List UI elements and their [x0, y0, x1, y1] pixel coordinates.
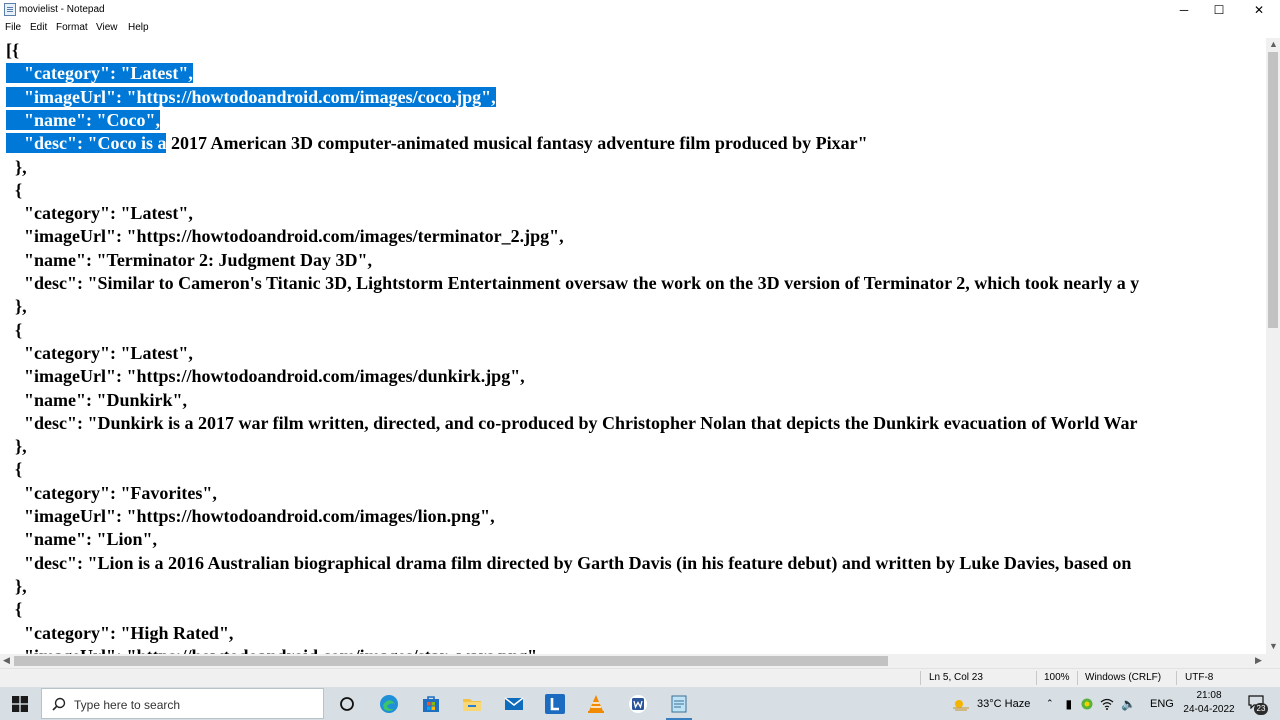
status-line-ending: Windows (CRLF)	[1085, 672, 1162, 683]
taskbar: Type here to search 33°C Haze ⌃ ▮ 🔈 ENG	[0, 687, 1280, 720]
editor-line: "name": "Terminator 2: Judgment Day 3D",	[6, 249, 372, 270]
windows-icon	[12, 695, 28, 712]
editor-line: "category": "Favorites",	[6, 482, 217, 503]
scrollbar-corner	[1266, 654, 1280, 668]
scroll-right-icon[interactable]: ▶	[1255, 655, 1262, 666]
selected-text: "imageUrl": "https://howtodoandroid.com/…	[6, 86, 496, 107]
editor-line: "imageUrl": "https://howtodoandroid.com/…	[6, 645, 542, 654]
status-encoding: UTF-8	[1185, 672, 1214, 683]
word-icon[interactable]	[627, 693, 649, 715]
horizontal-scroll-thumb[interactable]	[14, 656, 888, 666]
battery-icon[interactable]: ▮	[1066, 697, 1073, 711]
app-tray-icon[interactable]	[1081, 698, 1093, 710]
editor-line: {	[6, 599, 23, 620]
vertical-scroll-thumb[interactable]	[1268, 52, 1278, 328]
window-title: movielist - Notepad	[19, 4, 105, 15]
status-divider	[920, 671, 921, 685]
status-position: Ln 5, Col 23	[929, 672, 983, 683]
editor-line: },	[6, 296, 27, 317]
weather-icon	[953, 699, 969, 711]
file-explorer-icon[interactable]	[461, 693, 483, 715]
notification-badge: 23	[1254, 703, 1268, 715]
selected-text: "desc": "Coco is a	[6, 133, 167, 154]
l-app-icon[interactable]	[544, 693, 566, 715]
editor-line: "name": "Dunkirk",	[6, 389, 187, 410]
status-divider	[1077, 671, 1078, 685]
weather-text: 33°C Haze	[977, 697, 1031, 710]
unselected-text: 2017 American 3D computer-animated music…	[166, 133, 868, 154]
editor-line: "imageUrl": "https://howtodoandroid.com/…	[6, 86, 496, 109]
editor-line: "imageUrl": "https://howtodoandroid.com/…	[6, 366, 525, 387]
clock-time: 21:08	[1196, 690, 1222, 701]
title-bar: movielist - Notepad ─ ☐ ✕	[0, 0, 1280, 20]
search-icon	[52, 697, 66, 711]
editor-line: },	[6, 436, 27, 457]
wifi-icon[interactable]	[1100, 698, 1114, 710]
editor-line: "category": "Latest",	[6, 203, 193, 224]
horizontal-scrollbar[interactable]: ◀ ▶	[0, 654, 1266, 668]
editor-line: {	[6, 459, 23, 480]
vlc-icon[interactable]	[585, 693, 607, 715]
editor-line: {	[6, 319, 23, 340]
task-view-icon[interactable]	[336, 693, 358, 715]
close-button[interactable]: ✕	[1236, 0, 1280, 20]
chevron-up-icon[interactable]: ⌃	[1046, 698, 1054, 709]
language-indicator[interactable]: ENG	[1150, 687, 1174, 720]
editor-line: "desc": "Similar to Cameron's Titanic 3D…	[6, 273, 1140, 293]
taskbar-search[interactable]: Type here to search	[41, 688, 324, 719]
editor-line: "imageUrl": "https://howtodoandroid.com/…	[6, 506, 495, 526]
status-bar: Ln 5, Col 23 100% Windows (CRLF) UTF-8	[0, 668, 1280, 687]
mail-icon[interactable]	[503, 693, 525, 715]
scroll-down-icon[interactable]: ▼	[1269, 641, 1278, 651]
editor-line: },	[6, 156, 27, 177]
editor-line: [{	[6, 40, 20, 60]
clock-date: 24-04-2022	[1183, 704, 1235, 715]
editor-line: "desc": "Coco is a 2017 American 3D comp…	[6, 132, 868, 155]
scroll-up-icon[interactable]: ▲	[1269, 39, 1278, 49]
editor-line: "desc": "Lion is a 2016 Australian biogr…	[6, 552, 1132, 573]
clock[interactable]: 21:08 24-04-2022	[1176, 689, 1242, 719]
notification-center[interactable]: 23	[1246, 693, 1268, 715]
text-editor[interactable]: [{ "category": "Latest", "imageUrl": "ht…	[0, 38, 1266, 654]
editor-line: "name": "Lion",	[6, 529, 157, 550]
edge-icon[interactable]	[378, 693, 400, 715]
editor-line: "desc": "Dunkirk is a 2017 war film writ…	[6, 412, 1138, 433]
menu-edit[interactable]: Edit	[30, 22, 47, 33]
menu-format[interactable]: Format	[56, 22, 88, 33]
scroll-left-icon[interactable]: ◀	[3, 655, 10, 666]
status-divider	[1176, 671, 1177, 685]
status-zoom: 100%	[1044, 672, 1070, 683]
editor-line: },	[6, 575, 27, 596]
tray-icons: ⌃ ▮ 🔈	[1046, 687, 1136, 720]
menu-bar: File Edit Format View Help	[0, 20, 1280, 38]
menu-view[interactable]: View	[96, 22, 118, 33]
editor-line: "category": "Latest",	[6, 342, 193, 363]
weather-widget[interactable]: 33°C Haze	[952, 687, 1030, 720]
editor-line: "imageUrl": "https://howtodoandroid.com/…	[6, 226, 564, 247]
editor-line: "category": "High Rated",	[6, 622, 234, 643]
vertical-scrollbar[interactable]: ▲ ▼	[1266, 38, 1280, 654]
search-placeholder: Type here to search	[74, 698, 181, 712]
status-divider	[1036, 671, 1037, 685]
menu-file[interactable]: File	[5, 22, 21, 33]
editor-line: "name": "Coco",	[6, 109, 160, 132]
start-button[interactable]	[0, 687, 40, 720]
selected-text: "category": "Latest",	[6, 63, 193, 84]
editor-line: {	[6, 179, 23, 200]
menu-help[interactable]: Help	[128, 22, 149, 33]
editor-line: "category": "Latest",	[6, 62, 193, 85]
notepad-taskbar-icon[interactable]	[668, 693, 690, 715]
selected-text: "name": "Coco",	[6, 109, 160, 130]
volume-icon[interactable]: 🔈	[1121, 697, 1136, 711]
store-icon[interactable]	[420, 693, 442, 715]
notepad-icon	[4, 3, 16, 16]
